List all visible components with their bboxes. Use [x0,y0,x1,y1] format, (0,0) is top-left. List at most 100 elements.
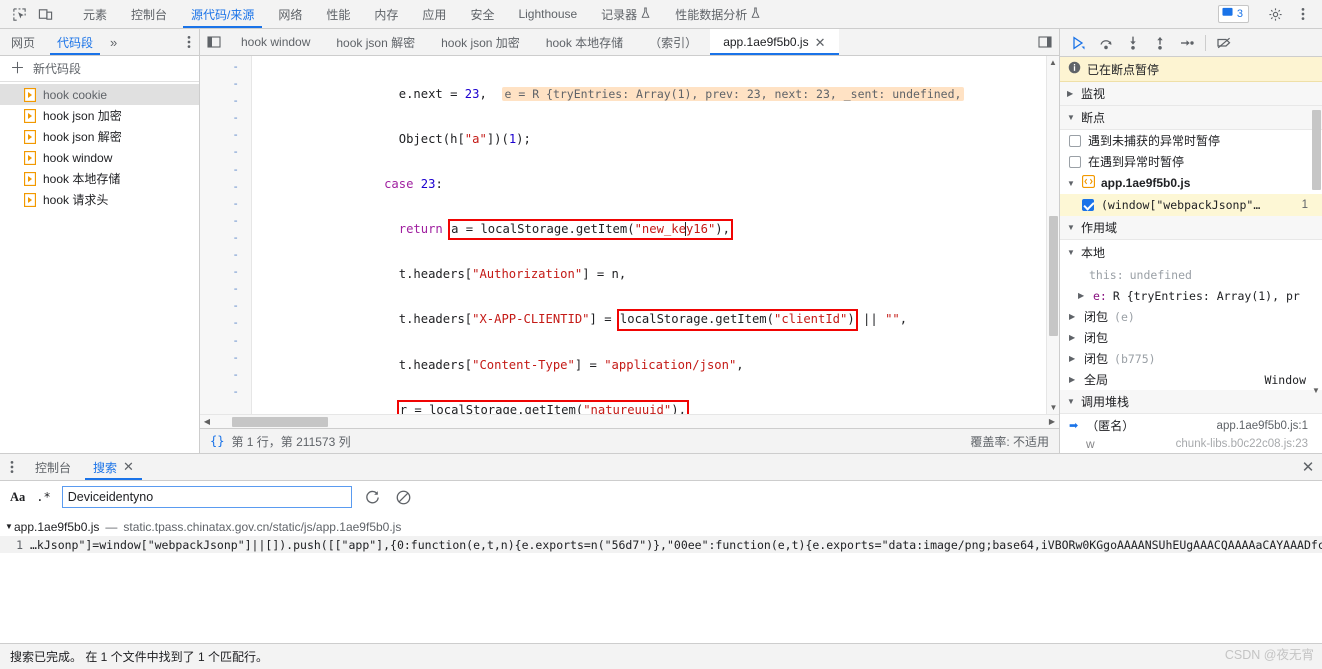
refresh-icon[interactable] [363,487,383,507]
show-navigator-icon[interactable] [200,29,228,55]
pretty-print-icon[interactable]: {} [210,434,224,448]
step-over-icon[interactable] [1093,31,1118,55]
chevron-right-icon[interactable]: ▶ [1069,333,1078,342]
tab-lighthouse[interactable]: Lighthouse [506,0,589,28]
scope-row-e[interactable]: ▶ e: R {tryEntries: Array(1), pr [1060,285,1322,306]
tab-memory[interactable]: 内存 [362,0,410,28]
scrollbar-thumb[interactable] [1312,110,1321,190]
match-case-icon[interactable]: Aa [10,490,25,505]
editor-vertical-scrollbar[interactable]: ▲ ▼ [1046,56,1059,414]
console-message-badge[interactable]: 3 [1217,5,1249,23]
editor-tab-hook-json-decrypt[interactable]: hook json 解密 [323,29,428,55]
tab-security[interactable]: 安全 [458,0,506,28]
chevron-right-icon[interactable]: ▶ [1069,375,1078,384]
nav-more-tabs-button[interactable]: » [104,29,123,55]
regex-icon[interactable]: .* [36,490,50,504]
close-icon[interactable]: ✕ [1294,454,1322,480]
snippet-file-icon [23,192,37,207]
debugger-vertical-scrollbar[interactable]: ▲ ▼ [1310,82,1322,453]
search-input[interactable] [61,486,352,508]
deactivate-breakpoints-icon[interactable] [1212,31,1237,55]
snippet-item-hook-json-decrypt[interactable]: hook json 解密 [0,126,199,147]
editor-tab-hook-localstorage[interactable]: hook 本地存储 [533,29,636,55]
tab-sources[interactable]: 源代码/来源 [179,0,266,28]
scroll-right-arrow-icon[interactable]: ▶ [1045,417,1059,426]
snippet-item-hook-cookie[interactable]: hook cookie [0,84,199,105]
pause-exceptions-checkbox[interactable] [1069,155,1081,168]
scroll-left-arrow-icon[interactable]: ◀ [200,417,214,426]
tab-network[interactable]: 网络 [266,0,314,28]
scope-row-global[interactable]: ▶ 全局 Window [1060,369,1322,390]
nav-tab-page[interactable]: 网页 [0,29,46,55]
tab-application[interactable]: 应用 [410,0,458,28]
breakpoint-entry[interactable]: (window["webpackJsonp"… 1 [1060,194,1322,216]
kebab-menu-icon[interactable] [1290,1,1316,27]
snippet-item-hook-window[interactable]: hook window [0,147,199,168]
inspect-element-icon[interactable] [6,1,32,27]
editor-tab-index[interactable]: （索引） [636,29,710,55]
breakpoint-file-group[interactable]: ▼ app.1ae9f5b0.js [1060,172,1322,194]
call-stack-frame-w[interactable]: w chunk-libs.b0c22c08.js:23 [1060,437,1322,451]
drawer-kebab-menu-icon[interactable] [0,454,24,480]
snippet-label: hook json 解密 [43,130,122,144]
scrollbar-thumb[interactable] [1049,216,1058,336]
scope-row-closure-b775[interactable]: ▶ 闭包 (b775) [1060,348,1322,369]
tab-performance-insights[interactable]: 性能数据分析 [663,0,773,28]
code-content[interactable]: e.next = 23, e = R {tryEntries: Array(1)… [252,56,1059,414]
clear-icon[interactable] [394,487,414,507]
code-editor[interactable]: - - - - - - - - - - - - - - - - - - - - … [200,56,1059,414]
step-icon[interactable] [1174,31,1199,55]
pause-on-uncaught-exceptions-row[interactable]: 遇到未捕获的异常时暂停 [1060,130,1322,151]
section-scope[interactable]: ▼ 作用域 [1060,216,1322,240]
step-out-icon[interactable] [1147,31,1172,55]
cursor-position: 第 1 行，第 211573 列 [231,434,351,449]
breakpoint-checkbox[interactable] [1082,199,1094,211]
tab-console[interactable]: 控制台 [119,0,179,28]
section-watch[interactable]: ▶ 监视 [1060,82,1322,106]
chevron-right-icon[interactable]: ▶ [1078,291,1087,300]
scope-group-local[interactable]: ▼ 本地 [1060,240,1322,264]
snippet-item-hook-localstorage[interactable]: hook 本地存储 [0,168,199,189]
scope-row-this[interactable]: this: undefined [1060,264,1322,285]
info-icon [1068,61,1081,77]
resume-script-icon[interactable] [1066,31,1091,55]
editor-tab-hook-window[interactable]: hook window [228,29,323,55]
pause-on-exceptions-row[interactable]: 在遇到异常时暂停 [1060,151,1322,172]
device-toolbar-icon[interactable] [32,1,58,27]
scope-row-closure-e[interactable]: ▶ 闭包 (e) [1060,306,1322,327]
scroll-up-arrow-icon[interactable]: ▲ [1047,56,1059,69]
editor-status-bar: {} 第 1 行，第 211573 列 覆盖率: 不适用 [200,428,1059,453]
snippet-item-hook-json-encrypt[interactable]: hook json 加密 [0,105,199,126]
snippet-item-hook-request-header[interactable]: hook 请求头 [0,189,199,210]
gear-icon[interactable] [1262,1,1288,27]
hscroll-track[interactable] [214,415,1045,429]
pause-uncaught-checkbox[interactable] [1069,134,1081,147]
new-snippet-button[interactable]: ＋ 新代码段 [0,56,199,82]
nav-tab-snippets[interactable]: 代码段 [46,29,104,55]
editor-tab-close-icon[interactable]: ✕ [815,36,826,49]
call-stack-frame-anonymous[interactable]: ➡ （匿名） app.1ae9f5b0.js:1 [1060,414,1322,437]
scroll-down-arrow-icon[interactable]: ▼ [1047,401,1059,414]
drawer-tab-console[interactable]: 控制台 [24,454,82,480]
tab-performance[interactable]: 性能 [314,0,362,28]
step-into-icon[interactable] [1120,31,1145,55]
drawer-tab-search[interactable]: 搜索 ✕ [82,454,145,480]
chevron-right-icon[interactable]: ▶ [1069,312,1078,321]
chevron-down-icon[interactable]: ▼ [5,522,14,531]
editor-tab-app-js[interactable]: app.1ae9f5b0.js ✕ [710,29,839,55]
section-breakpoints[interactable]: ▼ 断点 [1060,106,1322,130]
tab-elements[interactable]: 元素 [71,0,119,28]
editor-tab-hook-json-encrypt[interactable]: hook json 加密 [428,29,533,55]
editor-horizontal-scrollbar[interactable]: ◀ ▶ [200,414,1059,428]
search-result-row[interactable]: 1 …kJsonp"]=window["webpackJsonp"]||[]).… [0,536,1322,553]
chevron-right-icon[interactable]: ▶ [1069,354,1078,363]
scrollbar-thumb[interactable] [232,416,328,427]
section-call-stack[interactable]: ▼ 调用堆栈 [1060,390,1322,414]
drawer-tab-close-icon[interactable]: ✕ [123,459,134,475]
scope-row-closure[interactable]: ▶ 闭包 [1060,327,1322,348]
tab-recorder[interactable]: 记录器 [589,0,663,28]
navigator-kebab-menu-icon[interactable] [179,29,199,55]
show-debugger-icon[interactable] [1031,29,1059,55]
scroll-down-arrow-icon[interactable]: ▼ [1310,386,1322,395]
search-result-file[interactable]: ▼ app.1ae9f5b0.js — static.tpass.chinata… [0,517,1322,536]
